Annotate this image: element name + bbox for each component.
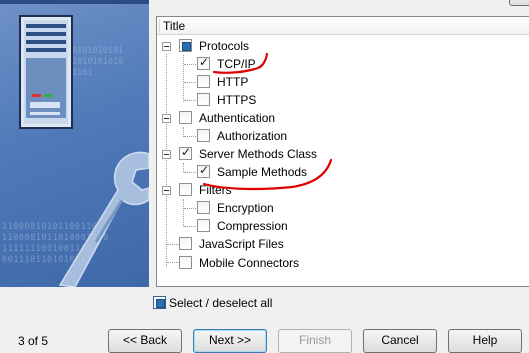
tree-column-header[interactable]: Title [157,17,529,35]
checkbox[interactable] [197,93,210,106]
checkbox[interactable] [197,75,210,88]
node-label: Protocols [199,39,250,53]
checkbox[interactable] [179,111,192,124]
select-all-label: Select / deselect all [169,296,273,310]
tree-line [184,100,196,101]
tree-line [184,136,196,137]
tree-line [184,208,196,209]
checkbox[interactable] [179,183,192,196]
feature-tree[interactable]: Title Protocols TCP/IP HTTP HTTPS Authen… [156,16,529,287]
wizard-step-indicator: 3 of 5 [18,334,49,348]
node-label: TCP/IP [217,57,256,71]
node-label: Mobile Connectors [199,256,300,270]
tree-line [167,262,179,263]
node-label: Encryption [217,201,274,215]
checkbox[interactable] [197,219,210,232]
node-label: Authorization [217,129,288,143]
collapse-protocols-toggle[interactable] [162,42,171,51]
wrench-icon [58,151,149,287]
tree-line [184,64,196,65]
tree-line [184,226,196,227]
tree-line [183,55,184,102]
node-label: Compression [217,219,288,233]
checkbox[interactable] [197,201,210,214]
finish-button[interactable]: Finish [278,329,352,353]
checkbox[interactable] [179,145,192,160]
server-icon [19,15,73,129]
node-label: Sample Methods [217,165,308,179]
node-label: HTTPS [217,93,257,107]
checkbox[interactable] [179,39,192,52]
column-title: Title [163,19,186,33]
checkbox[interactable] [197,163,210,178]
node-label: JavaScript Files [199,237,284,251]
collapse-authentication-toggle[interactable] [162,114,171,123]
window-corner-button[interactable] [509,0,529,6]
tree-line [167,244,179,245]
server-wrench-illustration [19,15,149,287]
collapse-filters-toggle[interactable] [162,186,171,195]
back-button[interactable]: << Back [108,329,182,353]
tree-line [184,172,196,173]
help-button[interactable]: Help [448,329,522,353]
node-label: HTTP [217,75,249,89]
wizard-banner-image: 0101010101 1010101010 0101 1100001010110… [0,0,149,287]
select-all-checkbox[interactable] [153,296,166,309]
tree-line [184,82,196,83]
checkbox[interactable] [197,55,210,70]
checkbox[interactable] [179,256,192,269]
header-separator [159,19,160,33]
node-label: Server Methods Class [199,147,318,161]
tree-line [183,199,184,227]
checkbox[interactable] [197,129,210,142]
node-label: Authentication [199,111,276,125]
next-button[interactable]: Next >> [193,329,267,353]
cancel-button[interactable]: Cancel [363,329,437,353]
tree-line [166,54,167,267]
checkbox[interactable] [179,237,192,250]
collapse-server-methods-toggle[interactable] [162,150,171,159]
node-label: Filters [199,183,232,197]
